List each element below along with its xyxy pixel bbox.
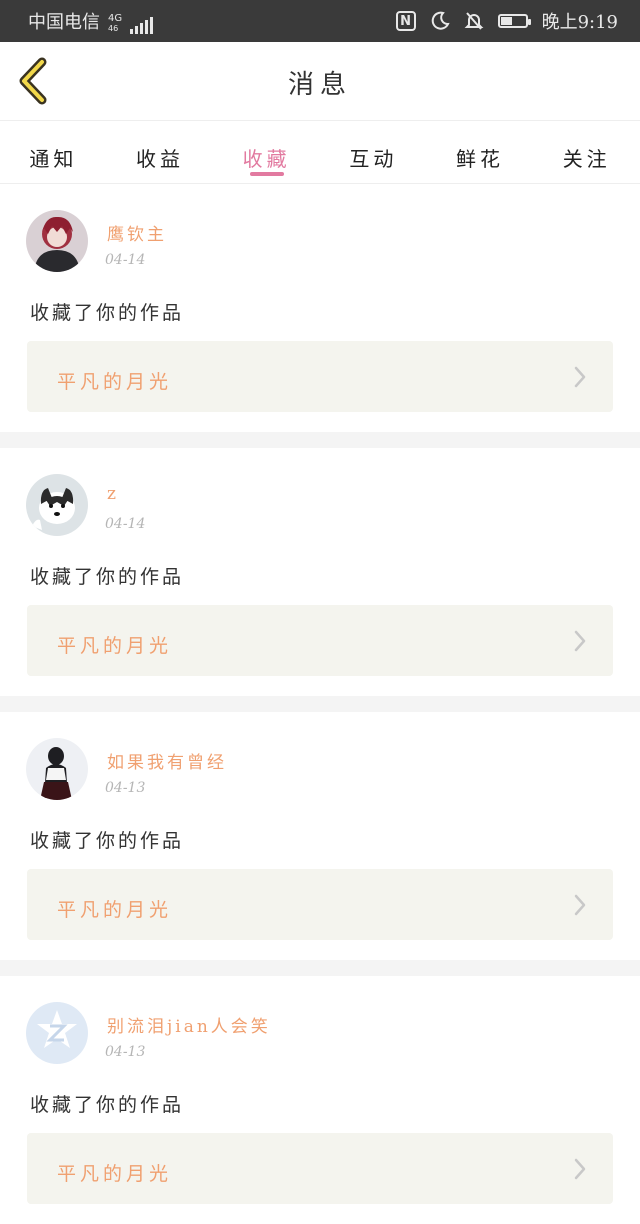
work-link[interactable]: 平凡的月光 xyxy=(27,605,613,676)
message-text: 收藏了你的作品 xyxy=(30,830,185,852)
work-link[interactable]: 平凡的月光 xyxy=(27,1133,613,1204)
chevron-right-icon xyxy=(574,366,586,388)
mute-bell-icon xyxy=(464,12,483,30)
work-link[interactable]: 平凡的月光 xyxy=(27,869,613,940)
message-card: 如果我有曾经 04-13 收藏了你的作品 平凡的月光 xyxy=(0,712,640,960)
user-name[interactable]: z xyxy=(107,484,119,504)
message-text: 收藏了你的作品 xyxy=(30,566,185,588)
status-left: 中国电信 4G 46 xyxy=(28,0,154,42)
moon-icon xyxy=(431,11,450,30)
message-text: 收藏了你的作品 xyxy=(30,1094,185,1116)
status-bar: 中国电信 4G 46 N 晚上9:19 xyxy=(0,0,640,42)
active-tab-indicator xyxy=(249,172,284,176)
chevron-right-icon xyxy=(574,630,586,652)
tab-follow[interactable]: 关注 xyxy=(533,121,640,183)
carrier-name: 中国电信 xyxy=(28,12,100,33)
chevron-right-icon xyxy=(574,1158,586,1180)
tab-flowers[interactable]: 鲜花 xyxy=(427,121,534,183)
user-name[interactable]: 如果我有曾经 xyxy=(107,748,227,773)
network-type: 4G 46 xyxy=(108,13,123,34)
user-name[interactable]: 鹰钦主 xyxy=(107,220,167,245)
tab-bar: 通知 收益 收藏 互动 鲜花 关注 xyxy=(0,121,640,184)
message-card: z 04-14 收藏了你的作品 平凡的月光 xyxy=(0,448,640,696)
divider xyxy=(0,432,640,448)
nfc-icon: N xyxy=(395,11,416,31)
divider xyxy=(0,696,640,712)
avatar[interactable] xyxy=(26,210,88,272)
message-date: 04-14 xyxy=(105,516,146,532)
status-time: 晚上9:19 xyxy=(541,12,618,33)
avatar[interactable] xyxy=(26,738,88,800)
header: 消息 xyxy=(0,42,640,121)
divider xyxy=(0,960,640,976)
battery-icon xyxy=(497,14,531,28)
tab-notification[interactable]: 通知 xyxy=(0,121,107,183)
message-text: 收藏了你的作品 xyxy=(30,302,185,324)
message-list: 鹰钦主 04-14 收藏了你的作品 平凡的月光 z 04-14 收藏了你的作品 … xyxy=(0,184,640,1224)
status-right: N 晚上9:19 xyxy=(395,0,618,42)
avatar[interactable] xyxy=(26,474,88,536)
tab-interaction[interactable]: 互动 xyxy=(320,121,427,183)
work-title: 平凡的月光 xyxy=(57,371,173,393)
message-card: 鹰钦主 04-14 收藏了你的作品 平凡的月光 xyxy=(0,184,640,432)
work-title: 平凡的月光 xyxy=(57,635,173,657)
tab-earnings[interactable]: 收益 xyxy=(107,121,214,183)
message-date: 04-13 xyxy=(105,1044,146,1060)
message-date: 04-14 xyxy=(105,252,146,268)
chevron-right-icon xyxy=(574,894,586,916)
work-link[interactable]: 平凡的月光 xyxy=(27,341,613,412)
message-date: 04-13 xyxy=(105,780,146,796)
tab-favorites[interactable]: 收藏 xyxy=(213,121,320,183)
signal-icon xyxy=(130,16,154,34)
user-name[interactable]: 别流泪jian人会笑 xyxy=(107,1012,271,1037)
work-title: 平凡的月光 xyxy=(57,1163,173,1185)
page-title: 消息 xyxy=(287,70,352,100)
avatar[interactable] xyxy=(26,1002,88,1064)
message-card: 别流泪jian人会笑 04-13 收藏了你的作品 平凡的月光 xyxy=(0,976,640,1224)
work-title: 平凡的月光 xyxy=(57,899,173,921)
